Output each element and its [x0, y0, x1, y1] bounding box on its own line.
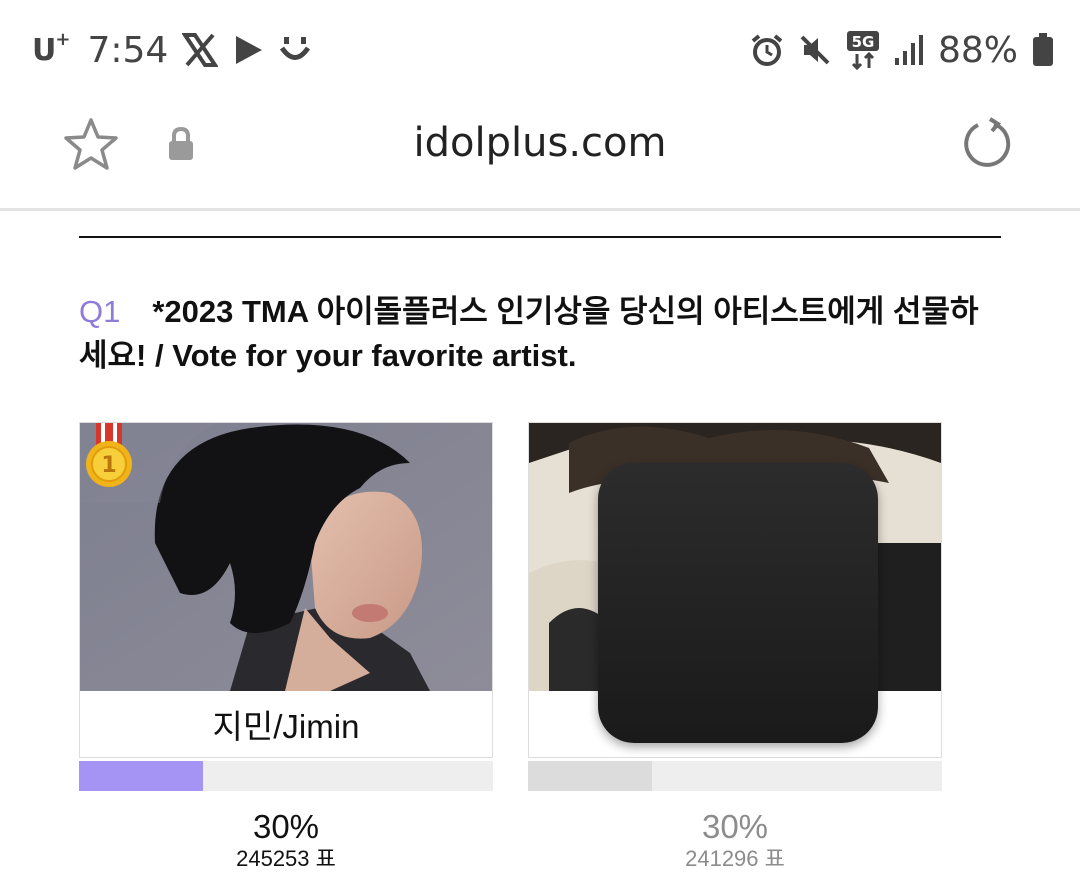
- smile-app-icon: [278, 33, 312, 67]
- vote-percent: 30%: [701, 808, 769, 845]
- x-app-icon: [182, 33, 219, 67]
- redaction-overlay: [598, 463, 878, 743]
- question-text: *2023 TMA 아이돌플러스 인기상을 당신의 아티스트에게 선물하세요! …: [79, 294, 979, 373]
- carrier-label: U+: [32, 28, 70, 68]
- alarm-icon: [750, 33, 784, 67]
- candidate-name: 지민/Jimin: [79, 691, 493, 758]
- signal-icon: [894, 34, 924, 66]
- network-5g-icon: 5G: [846, 30, 880, 70]
- candidate-card[interactable]: 1 지민/Jimin 30% 245253 표: [79, 422, 493, 873]
- youtube-play-icon: [232, 34, 264, 66]
- vote-percent: 30%: [252, 808, 320, 845]
- status-bar-left: U+ 7:54: [32, 28, 312, 72]
- reload-icon[interactable]: [960, 116, 1016, 177]
- question-number: Q1: [79, 294, 121, 329]
- question-heading: Q1 *2023 TMA 아이돌플러스 인기상을 당신의 아티스트에게 선물하세요…: [79, 290, 999, 378]
- vote-progress-bar: [79, 761, 493, 791]
- first-place-medal-icon: 1: [84, 423, 134, 494]
- status-bar: U+ 7:54 5G 88%: [0, 0, 1080, 100]
- vote-progress-fill: [528, 761, 653, 791]
- status-bar-right: 5G 88%: [750, 28, 1054, 72]
- mute-icon: [798, 33, 832, 67]
- svg-text:1: 1: [101, 453, 116, 478]
- battery-icon: [1032, 33, 1054, 67]
- browser-url-bar: idolplus.com: [0, 100, 1080, 211]
- vote-count: 241296 표: [685, 846, 785, 871]
- candidate-photo[interactable]: 1: [79, 422, 493, 691]
- vote-progress-bar: [528, 761, 942, 791]
- vote-count: 245253 표: [236, 846, 336, 871]
- url-domain[interactable]: idolplus.com: [0, 120, 1080, 166]
- battery-percent: 88%: [937, 29, 1018, 71]
- section-divider: [79, 236, 1001, 238]
- clock-time: 7:54: [87, 29, 169, 71]
- vote-progress-fill: [79, 761, 204, 791]
- jimin-portrait-image: [80, 423, 492, 691]
- svg-text:5G: 5G: [852, 33, 875, 51]
